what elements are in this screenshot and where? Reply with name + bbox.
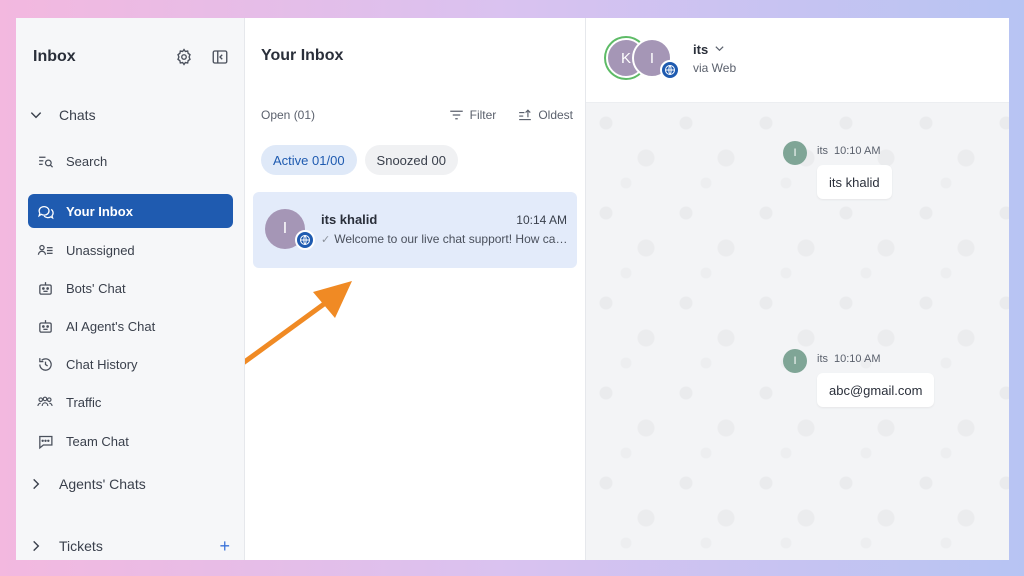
avatar: I xyxy=(783,141,807,165)
globe-icon xyxy=(660,60,680,80)
chevron-right-icon xyxy=(28,538,44,554)
annotation-arrow xyxy=(245,281,352,365)
add-ticket-button[interactable]: + xyxy=(219,536,230,557)
section-agents-chats[interactable]: Agents' Chats xyxy=(28,472,232,496)
check-icon: ✓ xyxy=(321,233,331,246)
sidebar-title: Inbox xyxy=(33,48,76,65)
filter-label: Filter xyxy=(469,108,497,122)
tab-active[interactable]: Active 01/00 xyxy=(261,145,357,175)
section-tickets[interactable]: Tickets + xyxy=(28,534,232,558)
sidebar-item-label: Your Inbox xyxy=(66,203,133,219)
contact-name: its xyxy=(693,42,709,57)
conversation-time: 10:14 AM xyxy=(516,213,567,227)
sidebar-item-traffic[interactable]: Traffic xyxy=(28,385,233,419)
chevron-down-icon xyxy=(28,107,44,123)
section-chats[interactable]: Chats xyxy=(28,103,232,127)
chevron-right-icon xyxy=(28,476,44,492)
inbox-tabs: Active 01/00 Snoozed 00 xyxy=(261,145,466,175)
sort-button[interactable]: Oldest xyxy=(518,108,573,122)
people-icon xyxy=(36,393,54,411)
conversation-name: its khalid xyxy=(321,212,378,227)
inbox-title: Your Inbox xyxy=(261,47,344,64)
sidebar-item-team-chat[interactable]: Team Chat xyxy=(28,424,233,458)
sidebar-item-label: Search xyxy=(66,153,108,169)
inbox-list-pane: Your Inbox Open (01) Filter Oldest Activ… xyxy=(245,18,586,560)
section-chats-label: Chats xyxy=(59,107,96,123)
sidebar-header: Inbox xyxy=(33,46,230,68)
bot-icon xyxy=(36,317,54,335)
section-agents-chats-label: Agents' Chats xyxy=(59,476,146,492)
sidebar-item-bots-chat[interactable]: Bots' Chat xyxy=(28,271,233,305)
sidebar-item-search[interactable]: Search xyxy=(28,144,233,178)
sidebar-item-chat-history[interactable]: Chat History xyxy=(28,347,233,381)
message-meta: its 10:10 AM xyxy=(817,353,880,365)
open-count: Open (01) xyxy=(261,108,316,122)
tab-snoozed[interactable]: Snoozed 00 xyxy=(364,145,458,175)
chat-pane: K I its via Web I its 10:10 AM its khalid xyxy=(586,18,1009,560)
sidebar-item-label: AI Agent's Chat xyxy=(66,318,156,334)
sidebar-item-ai-agents-chat[interactable]: AI Agent's Chat xyxy=(28,309,233,343)
filter-button[interactable]: Filter xyxy=(449,108,497,122)
message-bubble: its khalid xyxy=(817,165,892,199)
conversation-preview: ✓ Welcome to our live chat support! How … xyxy=(321,232,569,246)
chevron-down-icon xyxy=(714,42,725,57)
person-list-icon xyxy=(36,241,54,259)
conversation-item[interactable]: I its khalid 10:14 AM ✓ Welcome to our l… xyxy=(253,192,577,268)
sidebar-item-label: Traffic xyxy=(66,394,102,410)
contact-name-dropdown[interactable]: its xyxy=(693,42,725,57)
sidebar-item-label: Unassigned xyxy=(66,242,135,258)
message-sender: its xyxy=(817,145,828,157)
bot-icon xyxy=(36,279,54,297)
collapse-panel-icon[interactable] xyxy=(210,47,230,67)
sidebar: Inbox Chats Search Your Inbox Unassigned… xyxy=(16,18,245,560)
sidebar-item-label: Chat History xyxy=(66,356,138,372)
app-window: Inbox Chats Search Your Inbox Unassigned… xyxy=(16,18,1009,560)
sort-label: Oldest xyxy=(538,108,573,122)
message-time: 10:10 AM xyxy=(834,145,881,157)
sidebar-item-your-inbox[interactable]: Your Inbox xyxy=(28,194,233,228)
chat-header: K I its via Web xyxy=(586,18,1009,103)
chat-bubbles-icon xyxy=(36,202,54,220)
globe-icon xyxy=(295,230,315,250)
sidebar-item-label: Bots' Chat xyxy=(66,280,126,296)
filter-icon xyxy=(449,110,463,120)
message-bubble: abc@gmail.com xyxy=(817,373,935,407)
sidebar-item-unassigned[interactable]: Unassigned xyxy=(28,233,233,267)
message-meta: its 10:10 AM xyxy=(817,145,880,157)
sidebar-item-label: Team Chat xyxy=(66,433,129,449)
sort-icon xyxy=(519,108,532,120)
message-area[interactable]: I its 10:10 AM its khalid I its 10:10 AM a… xyxy=(586,103,1009,560)
inbox-toolbar: Open (01) Filter Oldest xyxy=(261,106,573,124)
avatar: I xyxy=(783,349,807,373)
search-list-icon xyxy=(36,152,54,170)
gear-icon[interactable] xyxy=(174,47,194,67)
history-icon xyxy=(36,355,54,373)
message-square-icon xyxy=(36,432,54,450)
contact-channel: via Web xyxy=(693,61,737,75)
message-time: 10:10 AM xyxy=(834,353,881,365)
conversation-preview-text: Welcome to our live chat support! How ca… xyxy=(334,232,569,246)
message-sender: its xyxy=(817,353,828,365)
section-tickets-label: Tickets xyxy=(59,538,103,554)
